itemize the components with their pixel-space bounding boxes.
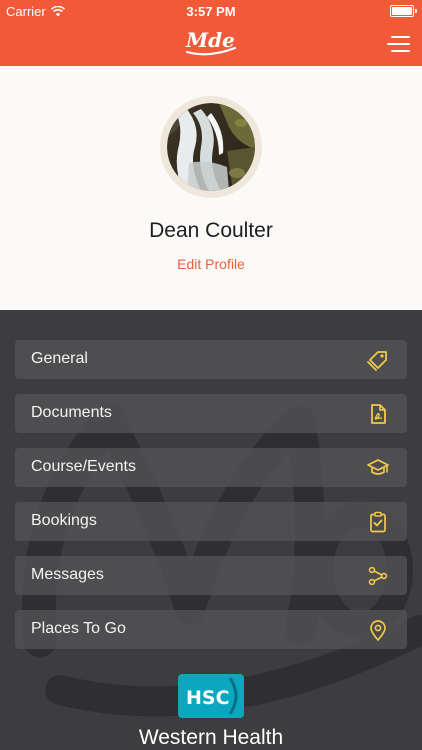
menu-label-documents: Documents [31, 404, 112, 421]
pdf-document-icon [371, 404, 386, 424]
menu-list: General Documents Course/Events Bookings… [15, 340, 407, 664]
menu-label-messages: Messages [31, 566, 104, 583]
menu-item-messages[interactable]: Messages [15, 556, 407, 595]
map-pin-icon [370, 620, 386, 641]
avatar[interactable] [167, 103, 255, 191]
menu-label-course-events: Course/Events [31, 458, 136, 475]
clipboard-check-icon [370, 511, 386, 533]
tags-icon [367, 351, 387, 371]
nav-bar: Mde [0, 22, 422, 66]
hsc-logo-text: HSC [186, 687, 230, 709]
hsc-logo: HSC [178, 674, 244, 718]
hamburger-menu-button[interactable] [386, 34, 410, 54]
graduation-cap-icon [367, 459, 389, 475]
profile-section: Dean Coulter Edit Profile [0, 66, 422, 310]
menu-label-general: General [31, 350, 88, 367]
menu-item-bookings[interactable]: Bookings [15, 502, 407, 541]
org-name: Western Health [138, 726, 284, 749]
battery-level [392, 7, 412, 15]
menu-item-course-events[interactable]: Course/Events [15, 448, 407, 487]
user-name: Dean Coulter [149, 219, 273, 242]
mde-logo-text: Mde [185, 28, 235, 52]
menu-label-bookings: Bookings [31, 512, 97, 529]
edit-profile-link[interactable]: Edit Profile [0, 256, 422, 272]
menu-item-places-to-go[interactable]: Places To Go [15, 610, 407, 649]
status-bar: Carrier 3:57 PM [0, 0, 422, 22]
avatar-ring [160, 96, 262, 198]
menu-item-documents[interactable]: Documents [15, 394, 407, 433]
battery-icon [390, 5, 417, 17]
share-nodes-icon [368, 566, 388, 586]
mde-logo: Mde [185, 28, 237, 56]
menu-label-places-to-go: Places To Go [31, 620, 126, 637]
status-time: 3:57 PM [186, 4, 236, 19]
menu-area: General Documents Course/Events Bookings… [0, 310, 422, 750]
menu-item-general[interactable]: General [15, 340, 407, 379]
